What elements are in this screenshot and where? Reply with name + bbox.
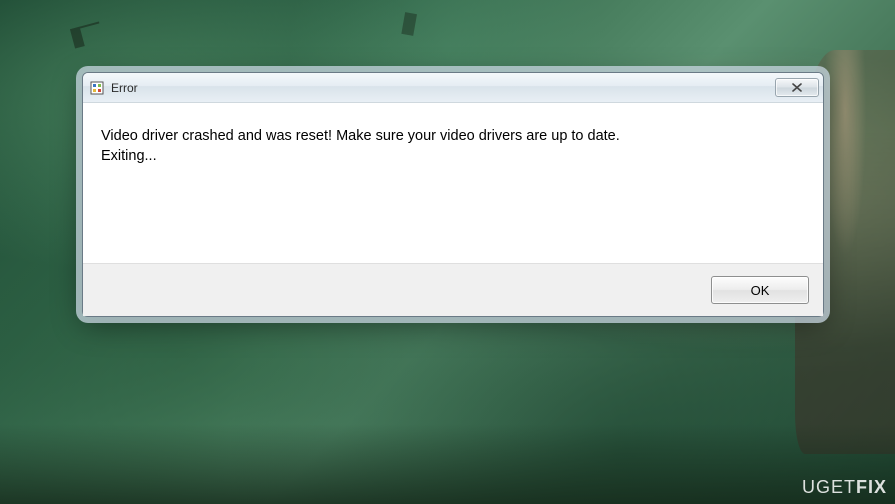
watermark: UGETFIX <box>802 477 887 498</box>
watermark-pre: UGET <box>802 477 856 497</box>
background-foliage <box>0 424 895 504</box>
ok-button[interactable]: OK <box>711 276 809 304</box>
app-icon <box>89 80 105 96</box>
close-button[interactable] <box>775 78 819 97</box>
dialog-title: Error <box>111 81 775 95</box>
dialog-content: Video driver crashed and was reset! Make… <box>83 103 823 263</box>
dialog-titlebar[interactable]: Error <box>83 73 823 103</box>
close-icon <box>792 79 802 97</box>
error-message: Video driver crashed and was reset! Make… <box>101 127 805 166</box>
watermark-post: FIX <box>856 477 887 497</box>
dialog-button-row: OK <box>83 263 823 316</box>
error-dialog: Error Video driver crashed and was reset… <box>82 72 824 317</box>
